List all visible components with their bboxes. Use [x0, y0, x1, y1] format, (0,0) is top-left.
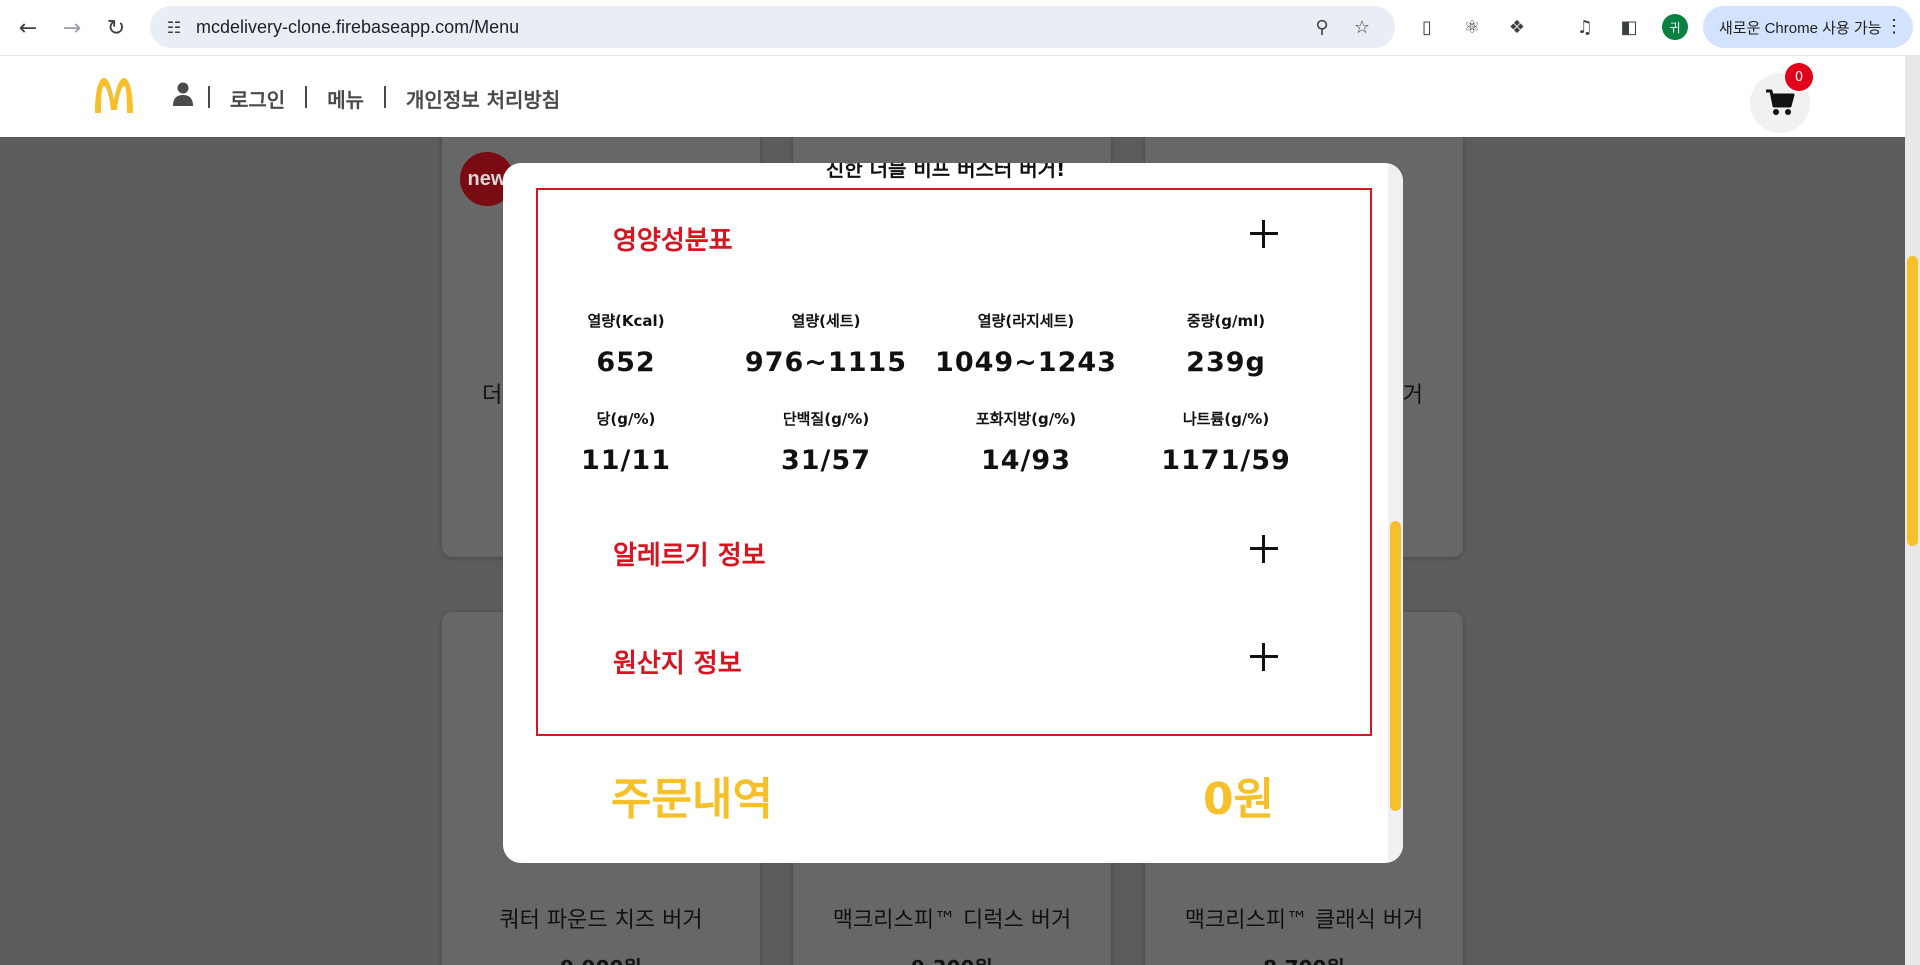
browser-toolbar: ← → ↻ ☷ mcdelivery-clone.firebaseapp.com… [0, 0, 1920, 56]
menu-card-price: 9,900원 [442, 952, 760, 965]
nav-divider [305, 86, 308, 108]
site-header: 로그인 메뉴 개인정보 처리방침 0 [0, 56, 1905, 137]
nav-privacy-link[interactable]: 개인정보 처리방침 [406, 84, 560, 113]
zoom-icon[interactable]: ⚲ [1310, 15, 1334, 39]
origin-expand-icon[interactable] [1250, 643, 1278, 671]
allergy-expand-icon[interactable] [1250, 535, 1278, 563]
menu-card-price: 9,300원 [793, 952, 1111, 965]
product-detail-modal: 진한 더블 비프 버스터 버거! 영양성분표 열량(Kcal) 열량(세트) 열… [503, 163, 1403, 863]
address-bar[interactable]: ☷ mcdelivery-clone.firebaseapp.com/Menu … [150, 6, 1395, 48]
nav-login-link[interactable]: 로그인 [230, 84, 285, 113]
side-panel-icon[interactable]: ◧ [1616, 14, 1642, 40]
cart-count-badge: 0 [1785, 63, 1813, 91]
nutrition-title[interactable]: 영양성분표 [613, 220, 733, 257]
menu-card-price: 8,700원 [1145, 952, 1463, 965]
nutrition-value: 239g [1186, 347, 1266, 378]
nutrition-value: 652 [596, 347, 656, 378]
nutrition-label: 열량(Kcal) [587, 312, 665, 330]
back-icon[interactable]: ← [10, 10, 46, 46]
nutrition-label: 나트륨(g/%) [1182, 410, 1270, 428]
nutrition-value: 976~1115 [744, 347, 908, 378]
nutrition-label: 당(g/%) [596, 410, 656, 428]
nutrition-value: 14/93 [980, 445, 1071, 476]
reload-icon[interactable]: ↻ [98, 10, 134, 46]
page-scrollbar-thumb[interactable] [1907, 256, 1918, 546]
chrome-update-label: 새로운 Chrome 사용 가능 [1719, 19, 1882, 37]
nutrition-label: 중량(g/ml) [1186, 312, 1266, 330]
menu-card-name: 맥크리스피™ 클래식 버거 [1184, 908, 1424, 933]
order-total-amount: 0원 [1203, 774, 1275, 825]
user-icon[interactable] [172, 82, 194, 106]
product-title: 진한 더블 비프 버스터 버거! [825, 163, 1066, 181]
nutrition-label: 열량(라지세트) [977, 312, 1075, 330]
nav-menu-link[interactable]: 메뉴 [327, 84, 364, 113]
nutrition-label: 열량(세트) [791, 312, 861, 330]
site-info-icon[interactable]: ☷ [162, 15, 186, 39]
more-menu-icon[interactable]: ⋮ [1885, 16, 1903, 37]
chrome-update-button[interactable]: 새로운 Chrome 사용 가능 ⋮ [1703, 6, 1913, 48]
nav-divider [384, 86, 387, 108]
allergy-title[interactable]: 알레르기 정보 [613, 535, 766, 572]
nutrition-label: 포화지방(g/%) [975, 410, 1077, 428]
react-devtools-icon[interactable]: ⚛ [1459, 14, 1485, 40]
product-info-box: 영양성분표 열량(Kcal) 열량(세트) 열량(라지세트) 중량(g/ml) … [536, 188, 1372, 736]
profile-avatar[interactable]: 귀 [1662, 14, 1688, 40]
menu-card-name: 쿼터 파운드 치즈 버거 [499, 908, 703, 933]
phone-extension-icon[interactable]: ▯ [1414, 14, 1440, 40]
order-summary-label: 주문내역 [611, 774, 773, 825]
menu-card-name: 맥크리스피™ 디럭스 버거 [832, 908, 1072, 933]
modal-scrollbar-thumb[interactable] [1390, 521, 1401, 811]
cart-icon [1766, 89, 1795, 115]
extensions-icon[interactable]: ❖ [1504, 14, 1530, 40]
forward-icon[interactable]: → [54, 10, 90, 46]
nutrition-label: 단백질(g/%) [782, 410, 870, 428]
mcdonalds-logo-icon[interactable] [92, 76, 136, 114]
bookmark-star-icon[interactable]: ☆ [1350, 15, 1374, 39]
nutrition-value: 1171/59 [1161, 445, 1291, 476]
url-text[interactable]: mcdelivery-clone.firebaseapp.com/Menu [196, 17, 519, 38]
nav-divider [208, 86, 210, 108]
main-nav: 로그인 메뉴 개인정보 처리방침 [208, 84, 560, 113]
origin-title[interactable]: 원산지 정보 [613, 643, 742, 680]
nutrition-value: 1049~1243 [935, 347, 1117, 378]
media-control-icon[interactable]: ♫ [1572, 14, 1598, 40]
nutrition-expand-icon[interactable] [1250, 220, 1278, 248]
nutrition-value: 11/11 [580, 445, 671, 476]
nutrition-value: 31/57 [780, 445, 871, 476]
